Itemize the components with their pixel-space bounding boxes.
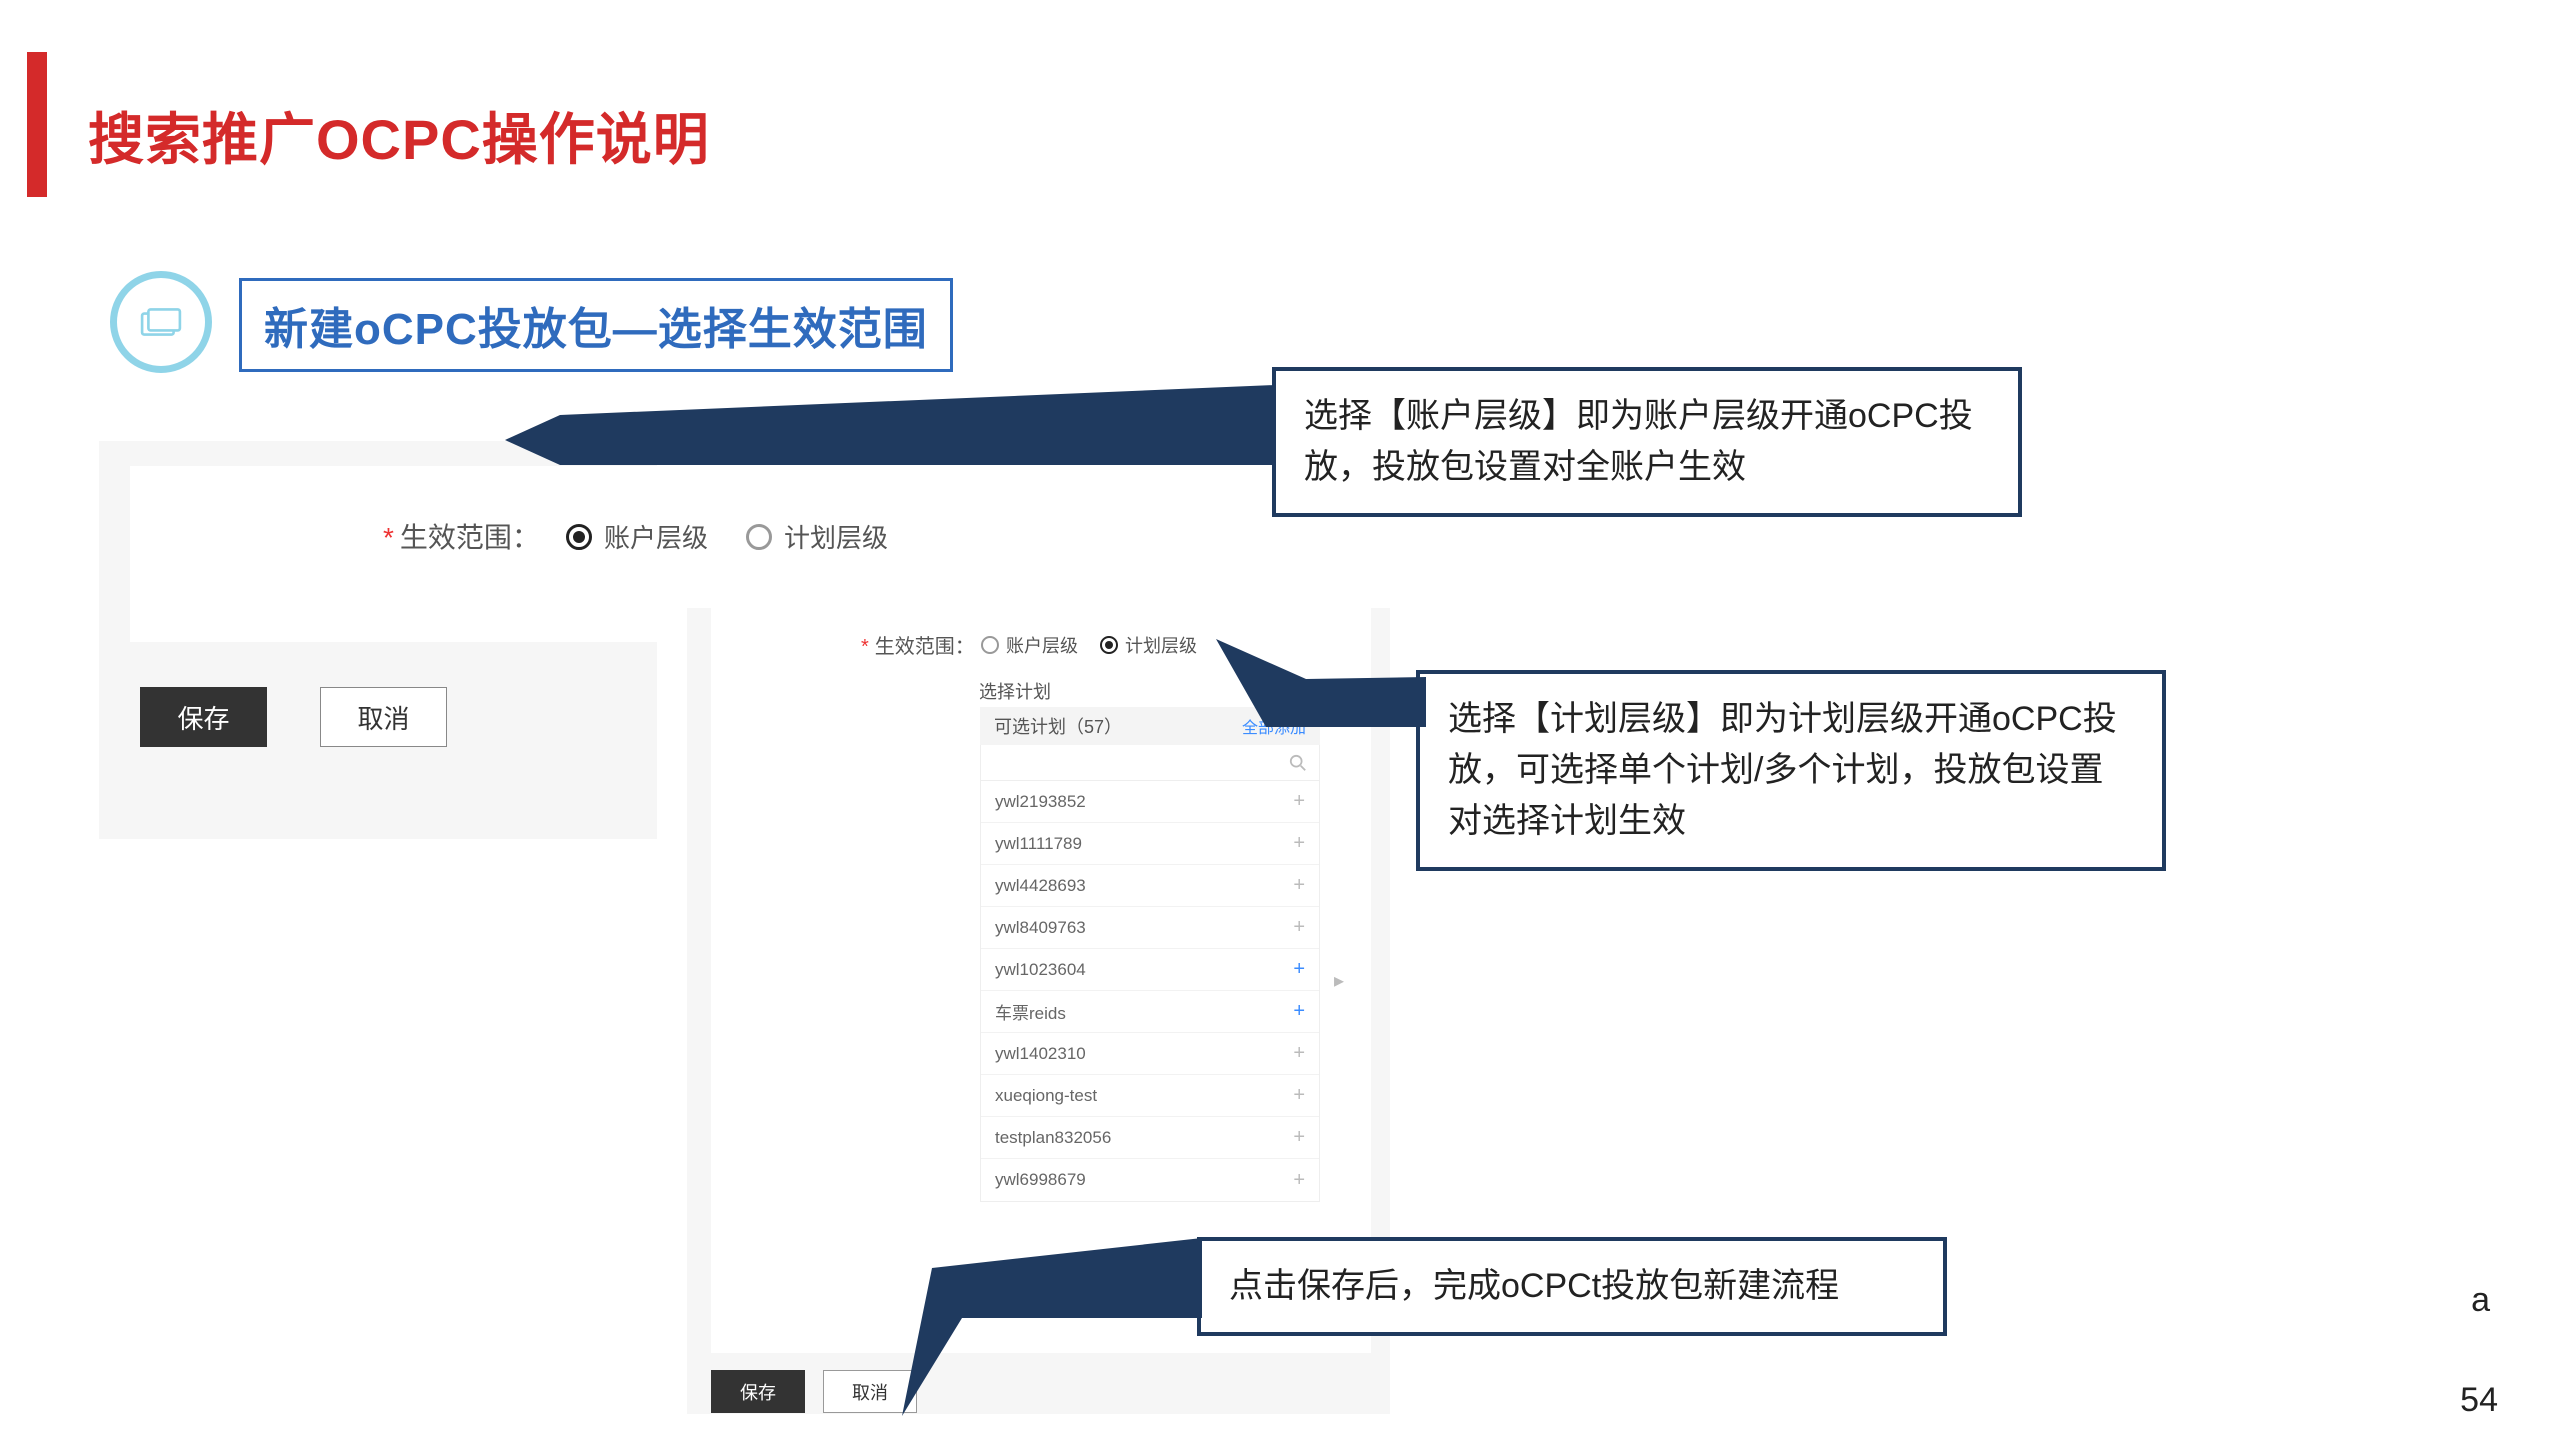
plan-name: ywl4428693 — [995, 876, 1086, 896]
plan-row[interactable]: ywl8409763 + — [981, 907, 1319, 949]
page-number: 54 — [2460, 1381, 2498, 1420]
add-plan-icon[interactable]: + — [1293, 790, 1305, 813]
plan-row[interactable]: 车票reids + — [981, 991, 1319, 1033]
add-plan-icon[interactable]: + — [1293, 1169, 1305, 1192]
plan-name: ywl8409763 — [995, 918, 1086, 938]
plan-name: ywl2193852 — [995, 792, 1086, 812]
radio-account-level-1[interactable]: 账户层级 — [566, 518, 708, 555]
radio-unselected-icon — [746, 524, 772, 550]
select-plan-label: 选择计划 — [979, 678, 1051, 704]
save-button-2[interactable]: 保存 — [711, 1370, 805, 1413]
scope-label-1: *生效范围： — [383, 516, 540, 556]
save-button-1[interactable]: 保存 — [140, 687, 267, 747]
plan-row[interactable]: ywl4428693 + — [981, 865, 1319, 907]
cancel-button-1[interactable]: 取消 — [320, 687, 447, 747]
add-plan-icon[interactable]: + — [1293, 1126, 1305, 1149]
subtitle: 新建oCPC投放包—选择生效范围 — [239, 278, 953, 372]
add-plan-icon[interactable]: + — [1293, 874, 1305, 897]
callout2-pointer — [1216, 627, 1426, 727]
plan-name: xueqiong-test — [995, 1086, 1097, 1106]
radio-unselected-icon — [981, 636, 999, 654]
plan-name: ywl1023604 — [995, 960, 1086, 980]
radio-selected-icon — [566, 524, 592, 550]
callout1-pointer — [505, 385, 1275, 485]
callout-account-level: 选择【账户层级】即为账户层级开通oCPC投放，投放包设置对全账户生效 — [1272, 367, 2022, 517]
plan-row[interactable]: ywl1023604 + — [981, 949, 1319, 991]
plan-row[interactable]: ywl6998679 + — [981, 1159, 1319, 1201]
plan-name: ywl6998679 — [995, 1170, 1086, 1190]
add-plan-icon[interactable]: + — [1293, 916, 1305, 939]
plan-name: 车票reids — [995, 999, 1066, 1024]
plan-name: ywl1111789 — [995, 834, 1082, 854]
step-icon — [110, 271, 212, 373]
add-plan-icon[interactable]: + — [1293, 1084, 1305, 1107]
plan-search-row[interactable] — [981, 745, 1319, 781]
radio-plan-level-2[interactable]: 计划层级 — [1100, 632, 1197, 658]
plan-row[interactable]: ywl1111789 + — [981, 823, 1319, 865]
callout3-pointer — [902, 1238, 1202, 1418]
plan-selection-panel: 可选计划（57） 全部添加 ywl2193852+ywl1111789+ywl4… — [980, 707, 1320, 1202]
radio-account-level-2[interactable]: 账户层级 — [981, 632, 1078, 658]
add-plan-icon[interactable]: + — [1293, 958, 1305, 981]
page-title: 搜索推广OCPC操作说明 — [88, 95, 710, 176]
plan-row[interactable]: ywl2193852 + — [981, 781, 1319, 823]
plan-name: testplan832056 — [995, 1128, 1111, 1148]
plan-row[interactable]: xueqiong-test + — [981, 1075, 1319, 1117]
plan-row[interactable]: ywl1402310 + — [981, 1033, 1319, 1075]
plan-name: ywl1402310 — [995, 1044, 1086, 1064]
title-accent-bar — [27, 52, 47, 197]
search-icon — [1289, 754, 1307, 772]
callout-plan-level: 选择【计划层级】即为计划层级开通oCPC投放，可选择单个计划/多个计划，投放包设… — [1416, 670, 2166, 871]
available-plans-count: 可选计划（57） — [994, 713, 1122, 739]
add-plan-icon[interactable]: + — [1293, 1042, 1305, 1065]
scope-label-2: *生效范围： — [861, 630, 975, 659]
annotation-a: a — [2471, 1281, 2490, 1320]
radio-selected-icon — [1100, 636, 1118, 654]
callout-save-complete: 点击保存后，完成oCPCt投放包新建流程 — [1197, 1237, 1947, 1336]
add-plan-icon[interactable]: + — [1293, 832, 1305, 855]
plan-row[interactable]: testplan832056 + — [981, 1117, 1319, 1159]
radio-plan-level-1[interactable]: 计划层级 — [746, 518, 888, 555]
transfer-right-icon[interactable]: ▸ — [1334, 968, 1344, 993]
plan-list: ywl2193852+ywl1111789+ywl4428693+ywl8409… — [980, 745, 1320, 1202]
add-plan-icon[interactable]: + — [1293, 1000, 1305, 1023]
